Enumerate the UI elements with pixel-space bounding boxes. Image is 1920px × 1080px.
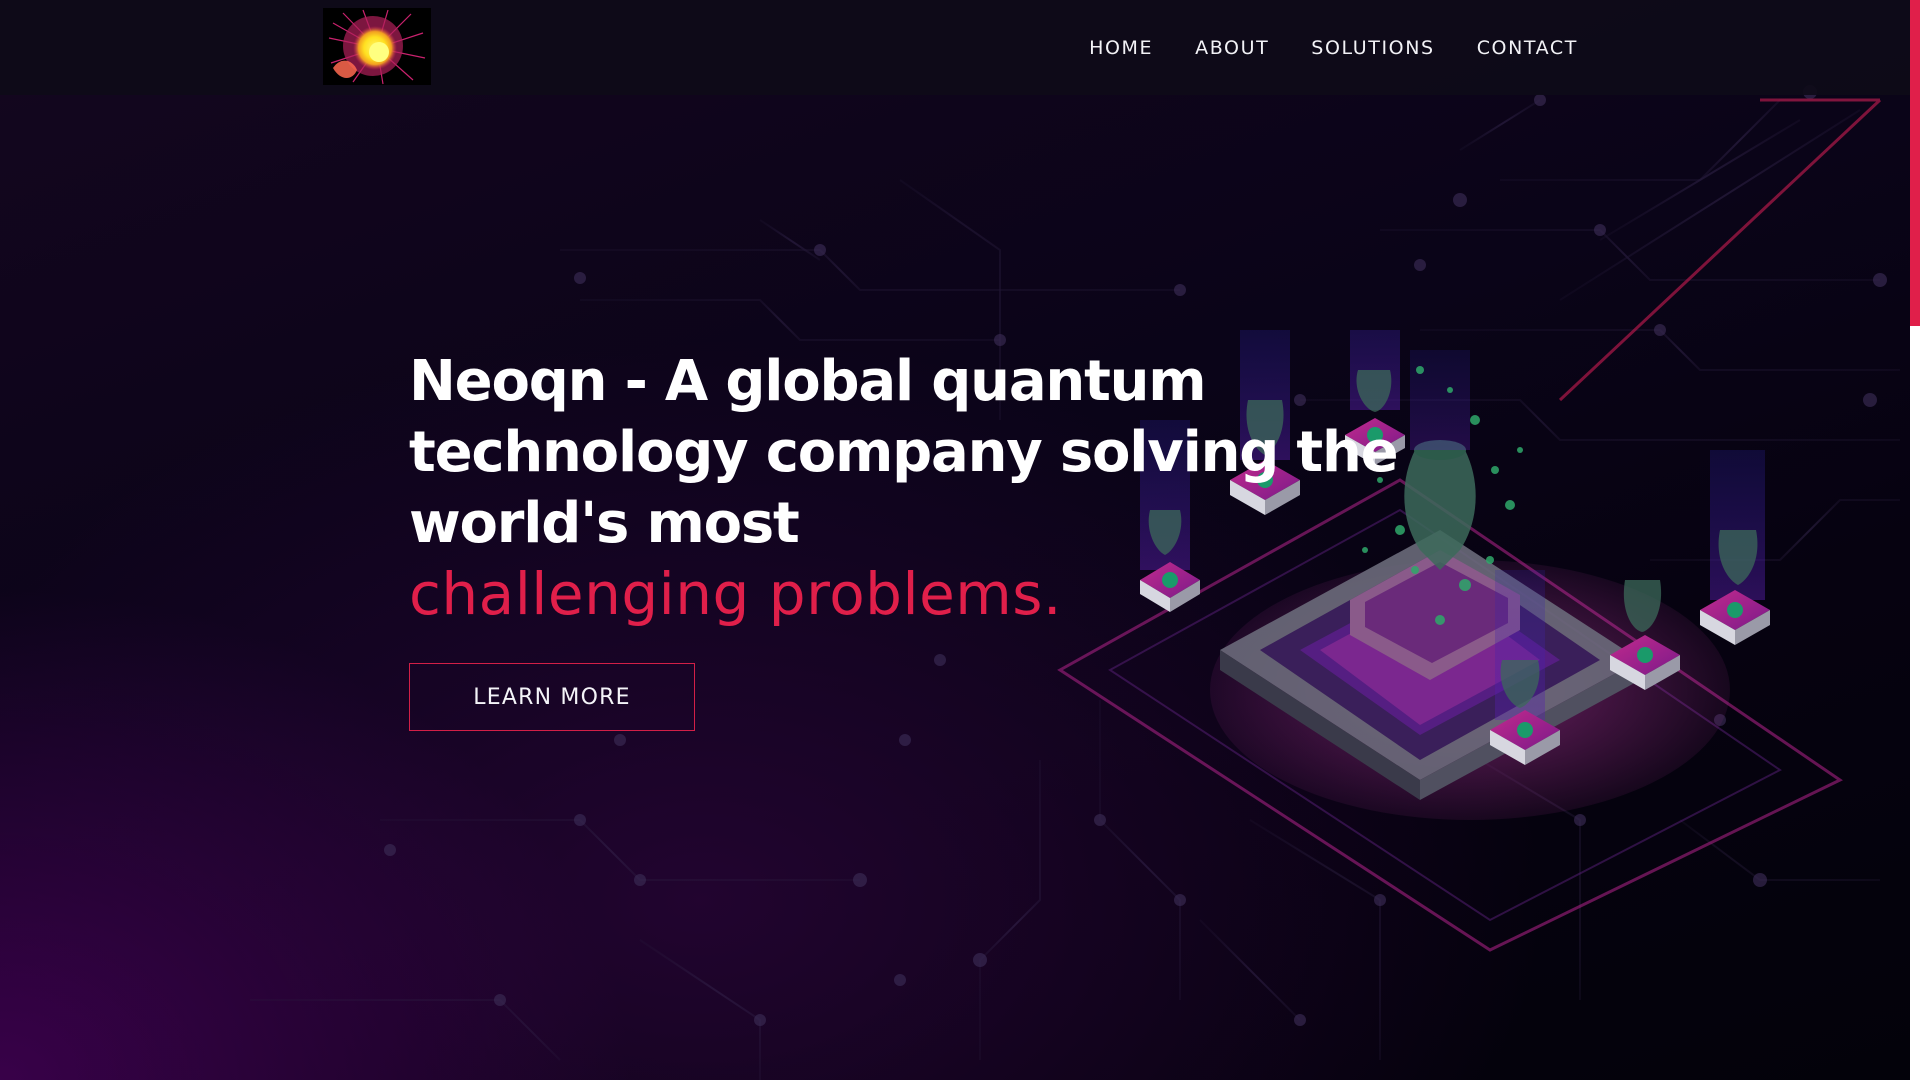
hero-title-line: technology company solving the bbox=[409, 420, 1399, 485]
landing-page: HOME ABOUT SOLUTIONS CONTACT Neoqn - A g… bbox=[0, 0, 1920, 1080]
navbar: HOME ABOUT SOLUTIONS CONTACT bbox=[0, 0, 1910, 95]
scrollbar-thumb[interactable] bbox=[1910, 0, 1920, 326]
hero-section: Neoqn - A global quantum technology comp… bbox=[409, 346, 1409, 731]
hero-title-line: world's most bbox=[409, 491, 800, 556]
learn-more-button[interactable]: LEARN MORE bbox=[409, 663, 695, 731]
hero-title: Neoqn - A global quantum technology comp… bbox=[409, 346, 1409, 630]
site-logo[interactable] bbox=[323, 8, 431, 85]
hero-title-accent: challenging problems. bbox=[409, 560, 1062, 628]
hero-title-line: Neoqn - A global quantum bbox=[409, 349, 1207, 414]
nav-home[interactable]: HOME bbox=[1089, 37, 1153, 59]
main-nav: HOME ABOUT SOLUTIONS CONTACT bbox=[1089, 0, 1578, 95]
logo-image bbox=[323, 8, 431, 85]
nav-solutions[interactable]: SOLUTIONS bbox=[1311, 37, 1434, 59]
nav-contact[interactable]: CONTACT bbox=[1477, 37, 1578, 59]
nav-about[interactable]: ABOUT bbox=[1195, 37, 1269, 59]
